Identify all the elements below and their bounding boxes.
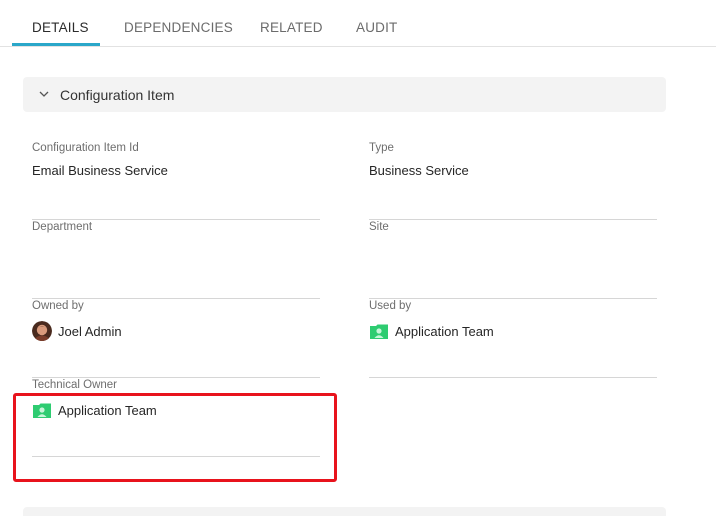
active-tab-indicator <box>12 43 100 46</box>
department-field[interactable]: Department <box>32 221 320 299</box>
tab-related[interactable]: RELATED <box>260 20 323 35</box>
next-section-header[interactable] <box>23 507 666 516</box>
field-label: Configuration Item Id <box>32 142 139 154</box>
field-label: Owned by <box>32 300 84 312</box>
tab-dependencies[interactable]: DEPENDENCIES <box>124 20 233 35</box>
tab-bar: DETAILS DEPENDENCIES RELATED AUDIT <box>0 0 716 47</box>
field-label: Used by <box>369 300 412 312</box>
field-value: Application Team <box>369 321 494 341</box>
configuration-item-section-header[interactable]: Configuration Item <box>23 77 666 112</box>
owner-name[interactable]: Joel Admin <box>58 324 122 339</box>
field-underline <box>32 298 320 299</box>
tab-audit[interactable]: AUDIT <box>356 20 398 35</box>
owned-by-field[interactable]: Owned by Joel Admin <box>32 300 320 378</box>
field-underline <box>369 377 657 378</box>
field-underline <box>369 219 657 220</box>
field-value: Business Service <box>369 163 469 178</box>
field-label: Department <box>32 221 93 233</box>
used-by-field[interactable]: Used by Application Team <box>369 300 657 378</box>
field-label: Type <box>369 142 394 154</box>
tab-details[interactable]: DETAILS <box>32 20 89 35</box>
highlight-box <box>13 393 337 482</box>
field-value: Joel Admin <box>32 321 122 341</box>
used-by-team-name[interactable]: Application Team <box>395 324 494 339</box>
section-title: Configuration Item <box>60 87 175 103</box>
site-field[interactable]: Site <box>369 221 657 299</box>
field-underline <box>369 298 657 299</box>
field-label: Technical Owner <box>32 379 118 391</box>
ci-id-field[interactable]: Configuration Item Id Email Business Ser… <box>32 142 320 220</box>
user-avatar-icon <box>32 321 52 341</box>
chevron-down-icon <box>39 91 49 97</box>
field-label: Site <box>369 221 389 233</box>
field-underline <box>32 219 320 220</box>
field-underline <box>32 377 320 378</box>
team-icon <box>369 321 389 341</box>
details-page: DETAILS DEPENDENCIES RELATED AUDIT Confi… <box>0 0 716 516</box>
field-value: Email Business Service <box>32 163 168 178</box>
type-field[interactable]: Type Business Service <box>369 142 657 220</box>
